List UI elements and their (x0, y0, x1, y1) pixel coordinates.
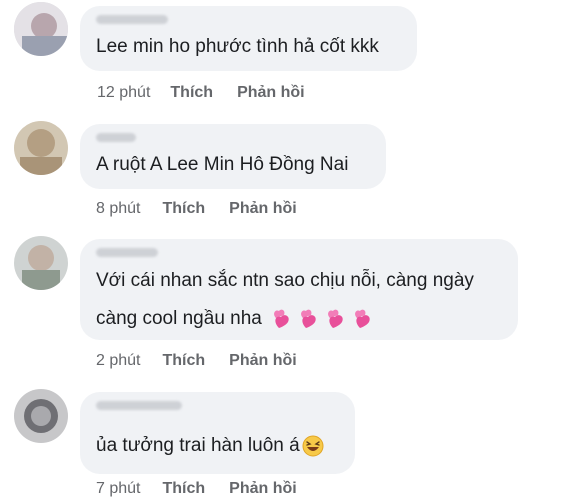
comment-text-line-2: càng cool ngầu nha (96, 302, 375, 336)
comment-actions: 2 phút Thích Phản hồi (96, 350, 297, 372)
author-name-blurred[interactable] (96, 133, 136, 142)
author-name-blurred[interactable] (96, 248, 158, 257)
comment-actions: 12 phút Thích Phản hồi (97, 82, 305, 104)
comment-bubble: A ruột A Lee Min Hô Đồng Nai (80, 124, 386, 189)
comment-thread: Lee min ho phước tình hả cốt kkk 12 phút… (0, 0, 580, 503)
comment-time[interactable]: 8 phút (96, 200, 140, 218)
like-button[interactable]: Thích (162, 352, 205, 370)
heart-emoji-group (270, 308, 375, 330)
like-button[interactable]: Thích (170, 84, 213, 102)
reply-button[interactable]: Phản hồi (237, 84, 305, 102)
comment-bubble: Lee min ho phước tình hả cốt kkk (80, 6, 417, 71)
comment-text-label: ủa tưởng trai hàn luôn á (96, 435, 300, 456)
avatar[interactable] (14, 236, 68, 290)
avatar[interactable] (14, 121, 68, 175)
heart-emoji (273, 309, 289, 328)
heart-emoji (354, 309, 370, 328)
reply-button[interactable]: Phản hồi (229, 480, 297, 498)
comment-actions: 7 phút Thích Phản hồi (96, 478, 297, 500)
comment-time[interactable]: 12 phút (97, 84, 150, 102)
author-name-blurred[interactable] (96, 401, 182, 410)
author-name-blurred[interactable] (96, 15, 168, 24)
comment-bubble: ủa tưởng trai hàn luôn á (80, 392, 355, 474)
comment-text: A ruột A Lee Min Hô Đồng Nai (96, 154, 349, 175)
avatar[interactable] (14, 2, 68, 56)
avatar[interactable] (14, 389, 68, 443)
reply-button[interactable]: Phản hồi (229, 200, 297, 218)
like-button[interactable]: Thích (162, 480, 205, 498)
comment-text: ủa tưởng trai hàn luôn á (96, 429, 324, 463)
comment-text-line-1: Với cái nhan sắc ntn sao chịu nỗi, càng … (96, 270, 474, 291)
like-button[interactable]: Thích (162, 200, 205, 218)
reply-button[interactable]: Phản hồi (229, 352, 297, 370)
heart-emoji (327, 309, 343, 328)
comment-text-line-2-label: càng cool ngầu nha (96, 308, 262, 329)
heart-emoji (300, 309, 316, 328)
comment-text: Lee min ho phước tình hả cốt kkk (96, 36, 379, 57)
comment-time[interactable]: 7 phút (96, 480, 140, 498)
comment-actions: 8 phút Thích Phản hồi (96, 198, 297, 220)
laughing-emoji (302, 435, 324, 457)
comment-bubble: Với cái nhan sắc ntn sao chịu nỗi, càng … (80, 239, 518, 340)
comment-time[interactable]: 2 phút (96, 352, 140, 370)
